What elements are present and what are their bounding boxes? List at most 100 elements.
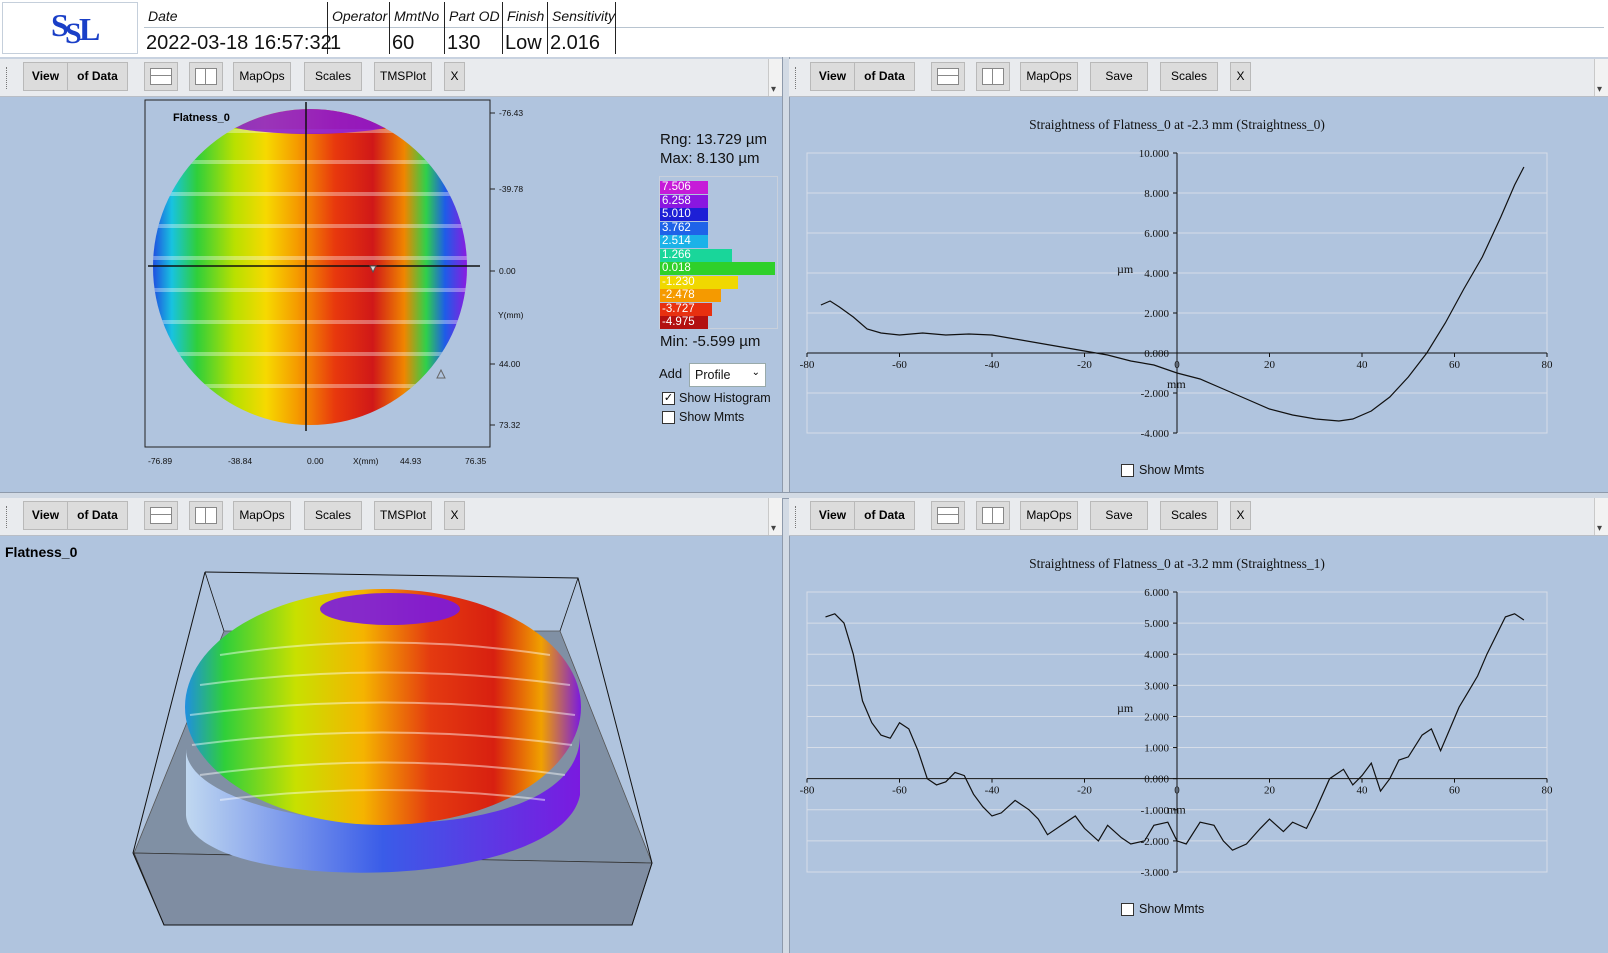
layout-side-by-side-button[interactable] (189, 62, 223, 91)
y-tick-label: -1.000 (1141, 805, 1170, 817)
header-col-part-od: Part OD 130 (445, 2, 503, 54)
x-tick-label: 80 (1542, 359, 1554, 371)
mapops-button[interactable]: MapOps (233, 501, 291, 530)
scales-button[interactable]: Scales (1160, 62, 1218, 91)
view-button[interactable]: View (810, 501, 855, 530)
legend-label: -3.727 (660, 302, 708, 316)
toolbar-grip[interactable] (6, 506, 10, 528)
mapops-button[interactable]: MapOps (233, 62, 291, 91)
straightness-1-chart[interactable]: Straightness of Flatness_0 at -3.2 mm (S… (789, 535, 1608, 953)
y-tick-label: -3.000 (1141, 867, 1170, 879)
tmsplot-button[interactable]: TMSPlot (374, 501, 432, 530)
mapops-button[interactable]: MapOps (1020, 501, 1078, 530)
x-tick-label: 40 (1357, 359, 1369, 371)
y-tick: -76.43 (499, 108, 523, 118)
header-bar: S S L Date 2022-03-18 16:57:32 Operator … (0, 0, 1608, 59)
y-tick-label: 10.000 (1139, 148, 1170, 160)
header-col-date: Date 2022-03-18 16:57:32 (144, 2, 332, 54)
header-col-operator: Operator 1 (328, 2, 390, 54)
header-value: 1 (330, 32, 342, 54)
scales-button[interactable]: Scales (1160, 501, 1218, 530)
chevron-down-icon: ⌄ (751, 367, 760, 378)
layout-side-by-side-button[interactable] (189, 501, 223, 530)
layout-stacked-button[interactable] (931, 501, 965, 530)
y-tick-label: 2.000 (1144, 711, 1169, 723)
scales-button[interactable]: Scales (304, 501, 362, 530)
x-tick-label: -80 (800, 359, 815, 371)
y-tick: 73.32 (499, 420, 521, 430)
of-data-button[interactable]: of Data (67, 62, 128, 91)
legend-label: -4.975 (660, 316, 708, 329)
add-select-value: Profile (695, 368, 731, 382)
of-data-button[interactable]: of Data (854, 62, 915, 91)
layout-side-by-side-button[interactable] (976, 501, 1010, 530)
x-axis-label: X(mm) (353, 456, 379, 466)
y-tick-label: 5.000 (1144, 618, 1169, 630)
y-axis-label: Y(mm) (498, 310, 524, 320)
legend-label: 1.266 (660, 248, 708, 262)
mapops-button[interactable]: MapOps (1020, 62, 1078, 91)
layout-side-by-side-button[interactable] (976, 62, 1010, 91)
y-tick-label: 4.000 (1144, 268, 1169, 280)
y-axis-label: µm (1117, 262, 1134, 276)
layout-stacked-button[interactable] (931, 62, 965, 91)
y-tick-label: -2.000 (1141, 388, 1170, 400)
close-panel-button[interactable]: X (1230, 501, 1251, 530)
x-tick-label: 60 (1449, 785, 1461, 797)
y-tick: 0.00 (499, 266, 516, 276)
show-mmts-checkbox[interactable] (1121, 903, 1134, 916)
toolbar-overflow[interactable] (1594, 59, 1608, 96)
close-panel-button[interactable]: X (444, 62, 465, 91)
toolbar-overflow[interactable] (768, 498, 782, 535)
toolbar-grip[interactable] (795, 506, 799, 528)
toolbar-grip[interactable] (6, 67, 10, 89)
header-label: Sensitivity (552, 8, 616, 24)
of-data-button[interactable]: of Data (67, 501, 128, 530)
save-button[interactable]: Save (1090, 501, 1148, 530)
legend-label: 7.506 (660, 181, 708, 194)
x-tick: 76.35 (465, 456, 487, 466)
x-tick: 44.93 (400, 456, 422, 466)
add-select[interactable]: Profile ⌄ (689, 363, 766, 387)
y-tick-label: 6.000 (1144, 228, 1169, 240)
x-axis-label: mm (1167, 803, 1186, 817)
chart-toolbar: View of Data MapOps Save Scales X (789, 59, 1608, 97)
legend-label: -1.230 (660, 275, 708, 289)
layout-side-icon (195, 507, 217, 524)
x-tick-label: 60 (1449, 359, 1461, 371)
show-mmts-checkbox[interactable] (1121, 464, 1134, 477)
show-mmts-label: Show Mmts (1139, 902, 1205, 916)
x-tick-label: -40 (985, 359, 1000, 371)
flatness-map-2d[interactable]: Flatness_0 -76.43 -39.78 0.00 Y(mm) 44.0… (0, 96, 640, 492)
view-button[interactable]: View (23, 501, 68, 530)
x-tick-label: -20 (1077, 785, 1092, 797)
y-tick-label: 8.000 (1144, 188, 1169, 200)
view-button[interactable]: View (810, 62, 855, 91)
x-tick: 0.00 (307, 456, 324, 466)
close-panel-button[interactable]: X (444, 501, 465, 530)
legend-label: -2.478 (660, 289, 708, 302)
x-tick-label: 0 (1174, 359, 1180, 371)
tmsplot-button[interactable]: TMSPlot (374, 62, 432, 91)
save-button[interactable]: Save (1090, 62, 1148, 91)
toolbar-overflow[interactable] (1594, 498, 1608, 535)
range-stat: Rng: 13.729 µm (660, 131, 768, 148)
close-panel-button[interactable]: X (1230, 62, 1251, 91)
header-col-finish: Finish Low (503, 2, 548, 54)
show-mmts-label: Show Mmts (1139, 463, 1205, 477)
scales-button[interactable]: Scales (304, 62, 362, 91)
show-histogram-checkbox[interactable]: ✓ (662, 392, 675, 405)
x-axis-label: mm (1167, 377, 1186, 391)
flatness-3d-panel: View of Data MapOps Scales TMSPlot X Fla… (0, 498, 782, 953)
toolbar-overflow[interactable] (768, 59, 782, 96)
of-data-button[interactable]: of Data (854, 501, 915, 530)
flatness-3d-view[interactable] (0, 535, 782, 953)
view-button[interactable]: View (23, 62, 68, 91)
show-mmts-checkbox[interactable] (662, 411, 675, 424)
add-label: Add (659, 366, 683, 381)
layout-stacked-button[interactable] (144, 62, 178, 91)
layout-stacked-button[interactable] (144, 501, 178, 530)
x-tick: -38.84 (228, 456, 252, 466)
toolbar-grip[interactable] (795, 67, 799, 89)
straightness-0-chart[interactable]: Straightness of Flatness_0 at -2.3 mm (S… (789, 96, 1608, 492)
